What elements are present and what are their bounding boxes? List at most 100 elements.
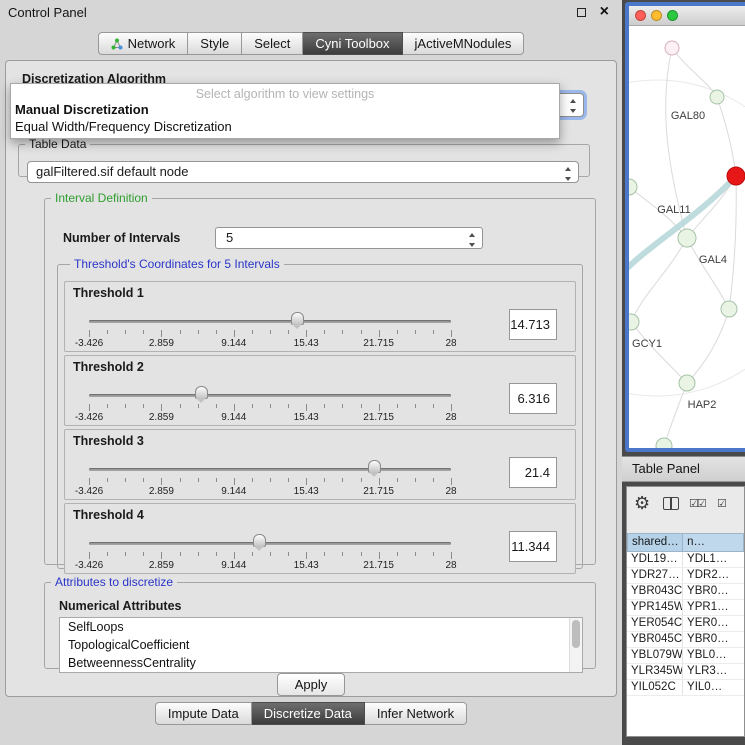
tick-mark [198, 330, 199, 334]
network-node[interactable] [679, 375, 695, 391]
threshold-slider[interactable] [89, 386, 451, 402]
network-node[interactable] [629, 314, 639, 330]
tick-mark [161, 478, 162, 485]
bottom-tab-impute-data[interactable]: Impute Data [155, 702, 252, 725]
table-row[interactable]: YER054CYER0… [627, 616, 744, 632]
scrollbar-thumb[interactable] [572, 620, 580, 648]
threshold-value-field[interactable]: 14.713 [509, 309, 557, 340]
columns-icon[interactable] [663, 497, 679, 510]
network-node[interactable] [721, 301, 737, 317]
slider-thumb[interactable] [368, 460, 381, 473]
tick-mark [270, 404, 271, 408]
slider-scale-labels: -3.4262.8599.14415.4321.71528 [89, 338, 451, 350]
slider-track [89, 320, 451, 323]
table-row[interactable]: YPR145WYPR1… [627, 600, 744, 616]
node-label: GAL4 [699, 254, 727, 266]
network-node[interactable] [678, 229, 696, 247]
attribute-list-item[interactable]: BetweennessCentrality [60, 654, 582, 672]
slider-thumb[interactable] [291, 312, 304, 325]
numerical-attributes-label: Numerical Attributes [59, 599, 181, 613]
scale-label: 28 [445, 412, 456, 423]
attribute-list-item[interactable]: SelfLoops [60, 618, 582, 636]
table-row[interactable]: YIL052CYIL0… [627, 680, 744, 696]
gear-icon[interactable]: ⚙ [634, 493, 650, 514]
slider-thumb[interactable] [195, 386, 208, 399]
combobox-stepper-icon [466, 232, 479, 248]
tick-mark [107, 478, 108, 482]
threshold-label: Threshold 2 [73, 360, 144, 374]
table-row[interactable]: YBR045CYBR0… [627, 632, 744, 648]
table-cell: YBR0… [683, 632, 744, 647]
tab-label: Network [128, 36, 176, 51]
tab-select[interactable]: Select [242, 32, 303, 55]
zoom-traffic-light-icon[interactable] [667, 10, 678, 21]
table-column-header[interactable]: n… [683, 533, 744, 552]
threshold-panel: Threshold 4-3.4262.8599.14415.4321.71528… [64, 503, 576, 574]
float-window-icon[interactable] [577, 8, 586, 17]
selected-network-node[interactable] [727, 167, 745, 185]
bottom-tab-label: Discretize Data [264, 706, 352, 721]
table-row[interactable]: YDR27…YDR2… [627, 568, 744, 584]
close-traffic-light-icon[interactable] [635, 10, 646, 21]
scale-label: 2.859 [149, 486, 174, 497]
close-icon[interactable]: × [600, 3, 609, 21]
attribute-list-item[interactable]: TopologicalCoefficient [60, 636, 582, 654]
table-row[interactable]: YBR043CYBR0… [627, 584, 744, 600]
tick-mark [161, 404, 162, 411]
tab-label: Style [200, 36, 229, 51]
tick-mark [89, 552, 90, 559]
threshold-slider[interactable] [89, 460, 451, 476]
threshold-value-field[interactable]: 11.344 [509, 531, 557, 562]
table-row[interactable]: YDL19…YDL1… [627, 552, 744, 568]
thresholds-container: Threshold 1-3.4262.8599.14415.4321.71528… [64, 281, 576, 574]
threshold-value-field[interactable]: 21.4 [509, 457, 557, 488]
tick-mark [397, 552, 398, 556]
tab-network[interactable]: Network [98, 32, 189, 55]
tab-jactivemnodules[interactable]: jActiveMNodules [403, 32, 525, 55]
table-cell: YPR145W [627, 600, 683, 615]
minimize-traffic-light-icon[interactable] [651, 10, 662, 21]
scale-label: 9.144 [221, 486, 246, 497]
thresholds-group-label: Threshold's Coordinates for 5 Intervals [70, 257, 284, 271]
bottom-tab-discretize-data[interactable]: Discretize Data [252, 702, 365, 725]
dropdown-option[interactable]: Manual Discretization [11, 101, 559, 118]
network-node[interactable] [656, 438, 672, 451]
tab-cyni-toolbox[interactable]: Cyni Toolbox [303, 32, 402, 55]
tick-mark [161, 552, 162, 559]
tick-mark [342, 478, 343, 482]
checkboxes-icon[interactable]: ☑☑ [689, 497, 705, 510]
slider-thumb[interactable] [253, 534, 266, 547]
threshold-panel: Threshold 2-3.4262.8599.14415.4321.71528… [64, 355, 576, 426]
network-node[interactable] [710, 90, 724, 104]
threshold-slider[interactable] [89, 312, 451, 328]
threshold-value-field[interactable]: 6.316 [509, 383, 557, 414]
checkbox-icon[interactable]: ☑ [717, 497, 725, 510]
attributes-group-label: Attributes to discretize [51, 575, 177, 589]
threshold-slider[interactable] [89, 534, 451, 550]
attributes-scrollbar[interactable] [569, 618, 582, 672]
table-row[interactable]: YBL079WYBL0… [627, 648, 744, 664]
tick-mark [379, 552, 380, 559]
tick-mark [125, 404, 126, 408]
tab-label: Cyni Toolbox [315, 36, 389, 51]
apply-button[interactable]: Apply [277, 673, 345, 696]
bottom-tab-infer-network[interactable]: Infer Network [365, 702, 467, 725]
dropdown-option[interactable]: Equal Width/Frequency Discretization [11, 118, 559, 135]
bottom-tab-label: Impute Data [168, 706, 239, 721]
table-column-header[interactable]: shared… [627, 533, 683, 552]
tab-style[interactable]: Style [188, 32, 242, 55]
table-panel: ⚙ ☑☑ ☑ shared…n… YDL19…YDL1…YDR27…YDR2…Y… [626, 486, 745, 737]
tick-mark [180, 478, 181, 482]
control-panel-window: Control Panel × NetworkStyleSelectCyni T… [0, 0, 622, 745]
table-cell: YBR045C [627, 632, 683, 647]
table-row[interactable]: YLR345WYLR3… [627, 664, 744, 680]
network-node[interactable] [665, 41, 679, 55]
interval-definition-group: Interval Definition Number of Intervals … [44, 191, 596, 565]
table-rows: YDL19…YDL1…YDR27…YDR2…YBR043CYBR0…YPR145… [627, 552, 744, 696]
table-cell: YIL052C [627, 680, 683, 695]
attributes-list[interactable]: SelfLoopsTopologicalCoefficientBetweenne… [59, 617, 583, 673]
number-of-intervals-combobox[interactable]: 5 [215, 227, 483, 249]
table-data-combobox[interactable]: galFiltered.sif default node [27, 161, 579, 183]
network-canvas[interactable]: GAL80 GAL11 GAL4 GCY1 HAP2 [629, 26, 745, 451]
table-data-group: Table Data galFiltered.sif default node [18, 137, 590, 177]
